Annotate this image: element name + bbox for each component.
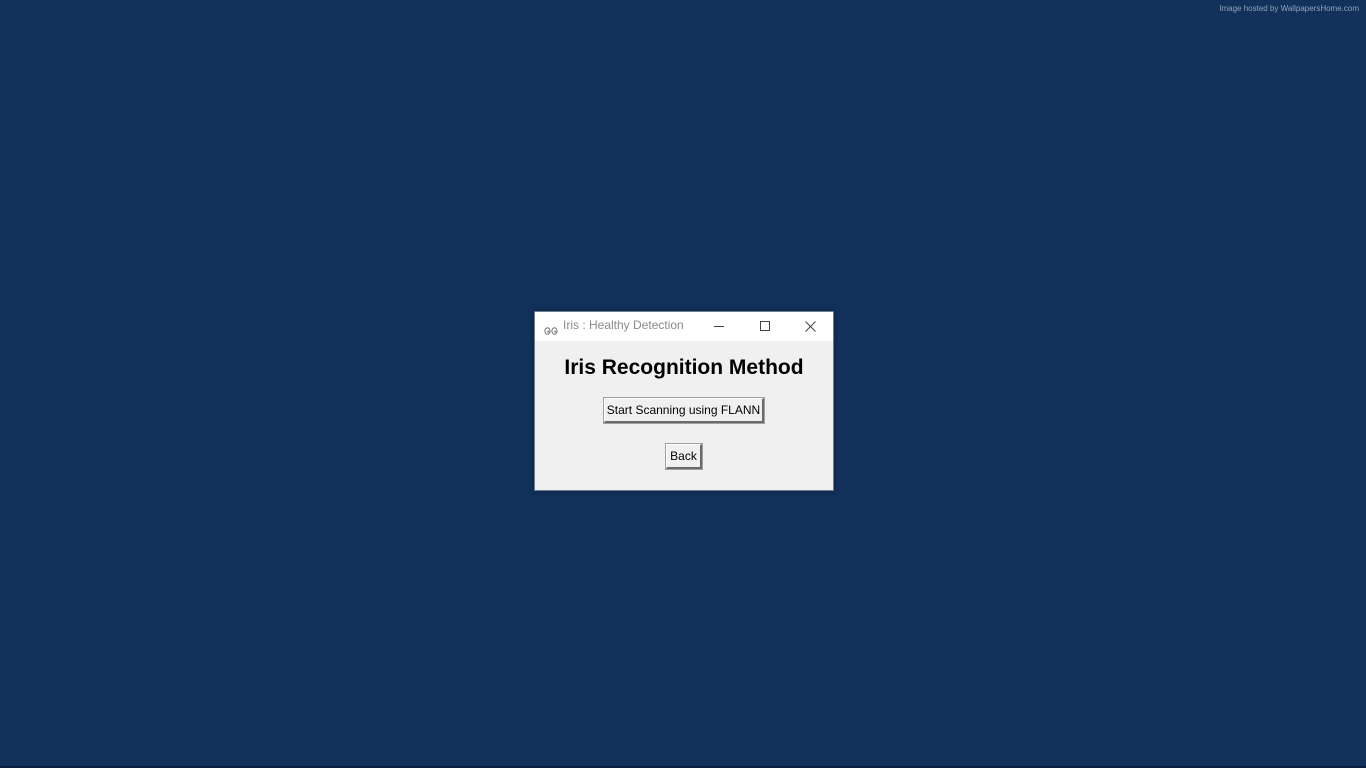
desktop-watermark: Image hosted by WallpapersHome.com <box>1219 4 1359 13</box>
maximize-button[interactable] <box>743 312 788 341</box>
minimize-icon <box>714 326 724 327</box>
page-heading: Iris Recognition Method <box>564 356 804 379</box>
eyes-icon <box>544 321 558 335</box>
close-button[interactable] <box>788 312 833 341</box>
maximize-icon <box>760 321 770 331</box>
window-title: Iris : Healthy Detection <box>563 318 684 332</box>
app-window: Iris : Healthy Detection Iris Recognitio… <box>534 311 834 491</box>
close-icon <box>805 321 816 332</box>
window-titlebar[interactable]: Iris : Healthy Detection <box>535 312 833 341</box>
minimize-button[interactable] <box>697 312 742 341</box>
back-button[interactable]: Back <box>665 443 703 470</box>
start-scanning-button[interactable]: Start Scanning using FLANN <box>603 397 765 424</box>
